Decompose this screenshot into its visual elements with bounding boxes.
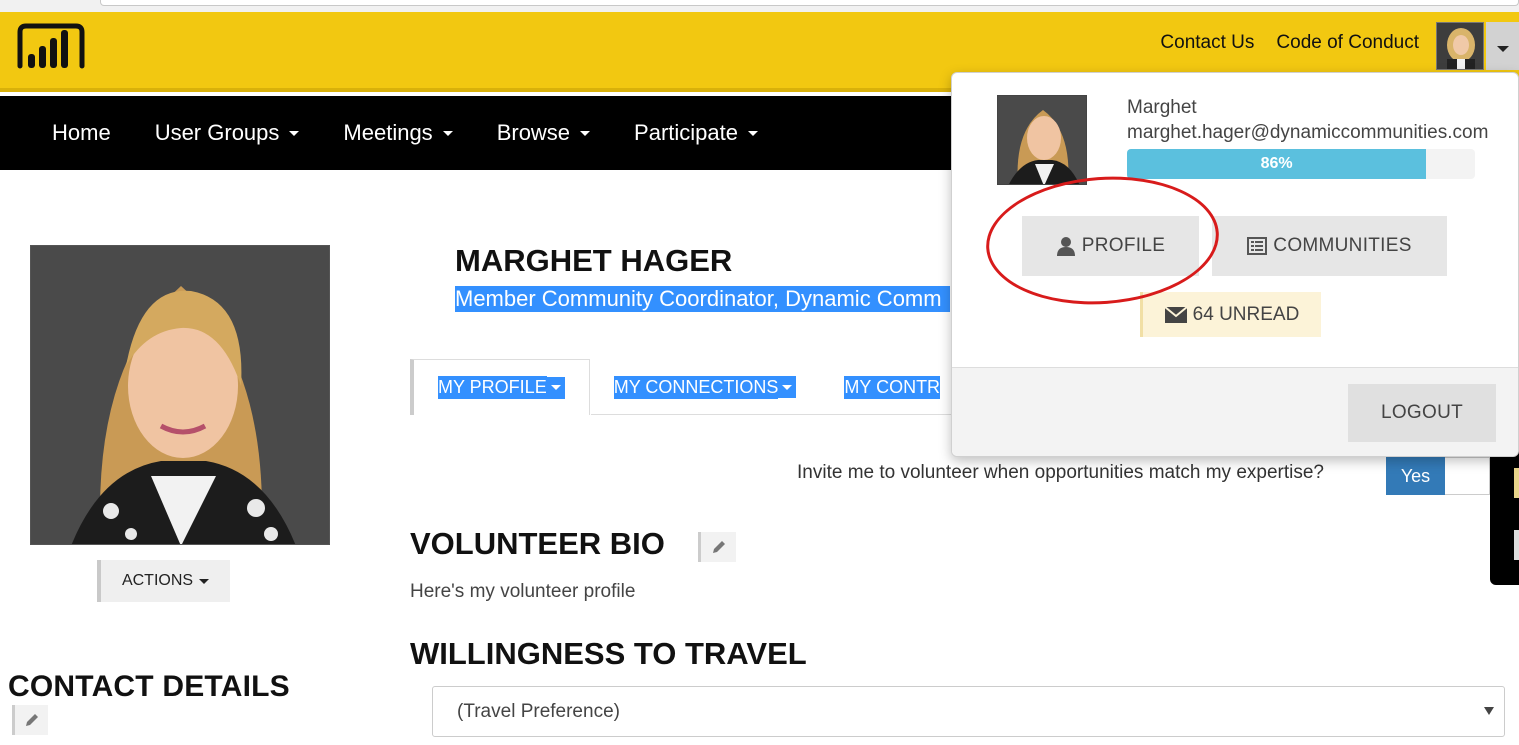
user-menu-footer: LOGOUT	[952, 367, 1518, 456]
volunteer-bio-text: Here's my volunteer profile	[410, 581, 636, 602]
list-icon	[1247, 237, 1268, 255]
profile-completion-bar: 86%	[1127, 149, 1475, 179]
travel-preference-select[interactable]: (Travel Preference)	[432, 686, 1505, 737]
chevron-down-icon	[1484, 707, 1494, 715]
profile-job-title: Member Community Coordinator, Dynamic Co…	[455, 286, 950, 312]
nav-home-label: Home	[52, 120, 111, 145]
nav-participate[interactable]: Participate	[612, 120, 780, 146]
chevron-down-icon	[442, 130, 453, 136]
user-menu-toggle[interactable]	[1486, 22, 1519, 70]
power-bi-logo-icon[interactable]	[14, 22, 88, 76]
tab-my-connections-label: MY CONNECTIONS	[613, 375, 779, 399]
chevron-down-icon	[580, 130, 591, 136]
envelope-icon	[1164, 306, 1187, 323]
volunteer-invite-toggle-no[interactable]	[1445, 457, 1490, 495]
unread-label: 64 UNREAD	[1192, 303, 1300, 325]
unread-messages-button[interactable]: 64 UNREAD	[1140, 292, 1321, 337]
tab-divider	[591, 414, 951, 415]
volunteer-invite-question: Invite me to volunteer when opportunitie…	[797, 462, 1324, 483]
profile-name: MARGHET HAGER	[455, 243, 733, 278]
chevron-down-icon	[748, 130, 758, 136]
volunteer-bio-heading: VOLUNTEER BIO	[410, 526, 665, 561]
nav-participate-label: Participate	[634, 120, 738, 145]
communities-button[interactable]: COMMUNITIES	[1212, 216, 1447, 276]
address-bar[interactable]	[100, 0, 1519, 6]
user-menu-email: marghet.hager@dynamiccommunities.com	[1127, 122, 1489, 143]
actions-label: ACTIONS	[121, 572, 194, 589]
tab-my-contributions[interactable]: MY CONTR	[820, 359, 964, 415]
actions-button[interactable]: ACTIONS	[97, 560, 230, 602]
contact-us-link[interactable]: Contact Us	[1160, 32, 1254, 54]
nav-home[interactable]: Home	[30, 120, 133, 146]
chevron-down-icon	[289, 130, 300, 136]
pencil-icon	[25, 714, 38, 726]
nav-browse-label: Browse	[496, 120, 571, 145]
tab-my-profile[interactable]: MY PROFILE	[410, 359, 590, 415]
chevron-down-icon	[199, 578, 210, 584]
tab-my-profile-label: MY PROFILE	[438, 376, 547, 399]
travel-heading: WILLINGNESS TO TRAVEL	[410, 636, 807, 671]
profile-tabs: MY PROFILE MY CONNECTIONS MY CONTR	[410, 359, 964, 415]
communities-button-label: COMMUNITIES	[1273, 235, 1412, 256]
contact-details-heading: CONTACT DETAILS	[8, 670, 290, 703]
browser-chrome	[0, 0, 1519, 12]
nav-browse[interactable]: Browse	[475, 120, 612, 146]
tab-my-contributions-label: MY CONTR	[844, 375, 941, 399]
pencil-icon	[712, 541, 725, 553]
nav-user-groups[interactable]: User Groups	[133, 120, 322, 146]
travel-select-value: (Travel Preference)	[457, 700, 620, 722]
nav-meetings[interactable]: Meetings	[321, 120, 474, 146]
logout-button[interactable]: LOGOUT	[1348, 384, 1496, 442]
nav-user-groups-label: User Groups	[154, 120, 280, 145]
chevron-down-icon	[782, 384, 793, 390]
user-avatar[interactable]	[1436, 22, 1484, 70]
nav-meetings-label: Meetings	[343, 120, 433, 145]
edit-contact-button[interactable]	[12, 705, 48, 735]
tab-my-connections[interactable]: MY CONNECTIONS	[590, 359, 821, 415]
profile-photo	[30, 245, 330, 545]
volunteer-invite-toggle-yes[interactable]: Yes	[1386, 457, 1445, 495]
user-menu-avatar	[997, 95, 1087, 185]
code-of-conduct-link[interactable]: Code of Conduct	[1276, 32, 1419, 54]
header-links: Contact Us Code of Conduct	[1160, 32, 1419, 54]
chevron-down-icon	[550, 385, 561, 390]
user-menu-name: Marghet	[1127, 97, 1197, 118]
side-widget-item[interactable]	[1514, 468, 1519, 498]
chevron-down-icon	[1496, 46, 1509, 52]
gear-icon[interactable]	[1514, 530, 1519, 560]
profile-completion-fill: 86%	[1127, 149, 1427, 179]
edit-bio-button[interactable]	[698, 532, 736, 562]
